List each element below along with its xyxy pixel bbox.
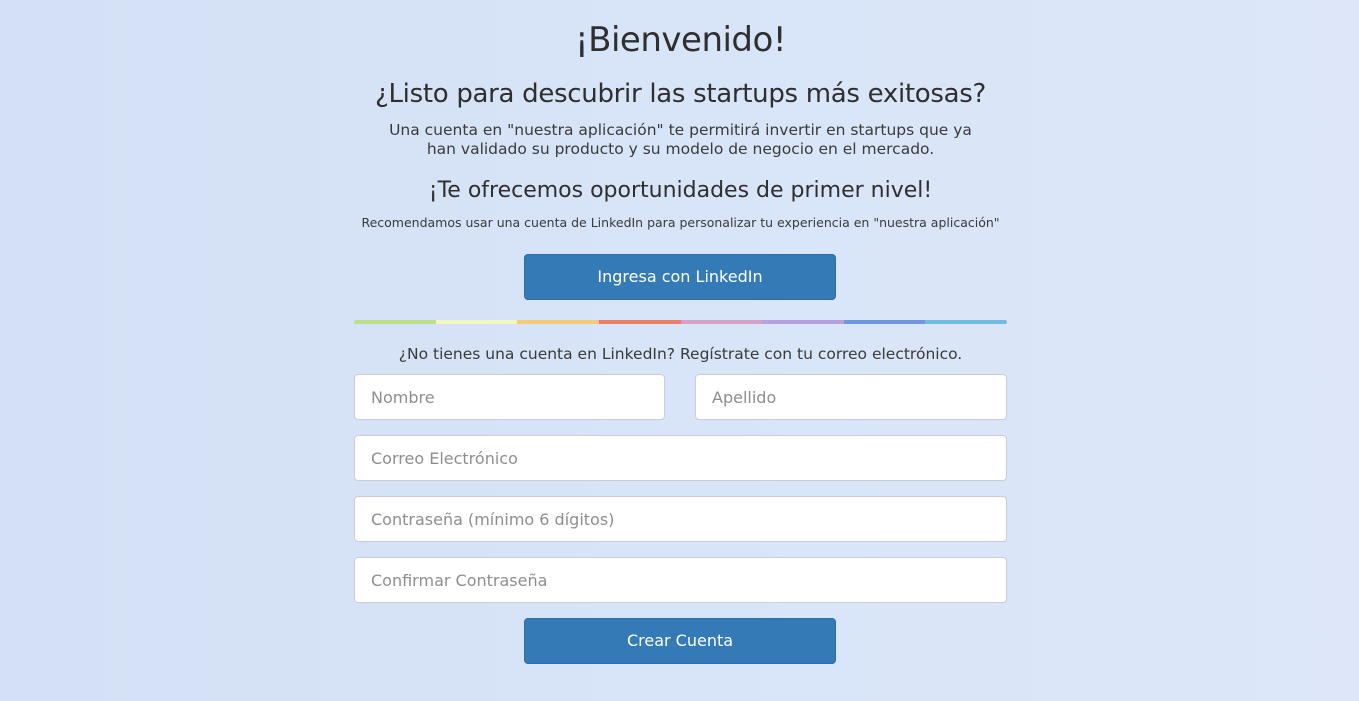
divider-segment <box>843 320 926 324</box>
divider-segment <box>354 320 436 324</box>
first-name-input[interactable] <box>354 374 665 420</box>
intro-description: Una cuenta en "nuestra aplicación" te pe… <box>389 121 972 158</box>
offer-heading: ¡Te ofrecemos oportunidades de primer ni… <box>428 178 933 203</box>
divider-segment <box>680 320 763 324</box>
email-signup-prompt: ¿No tienes una cuenta en LinkedIn? Regís… <box>398 345 963 363</box>
divider-segment <box>598 320 681 324</box>
linkedin-login-button[interactable]: Ingresa con LinkedIn <box>524 254 836 300</box>
rainbow-divider <box>354 320 1007 324</box>
divider-segment <box>517 320 599 324</box>
password-input[interactable] <box>354 496 1007 542</box>
create-account-button[interactable]: Crear Cuenta <box>524 618 836 664</box>
page-subtitle: ¿Listo para descubrir las startups más e… <box>375 79 986 109</box>
last-name-input[interactable] <box>695 374 1007 420</box>
confirm-password-input[interactable] <box>354 557 1007 603</box>
linkedin-recommendation: Recomendamos usar una cuenta de LinkedIn… <box>361 215 1000 230</box>
divider-segment <box>925 320 1007 324</box>
email-input[interactable] <box>354 435 1007 481</box>
divider-segment <box>435 320 518 324</box>
page-title: ¡Bienvenido! <box>575 20 786 60</box>
divider-segment <box>762 320 844 324</box>
